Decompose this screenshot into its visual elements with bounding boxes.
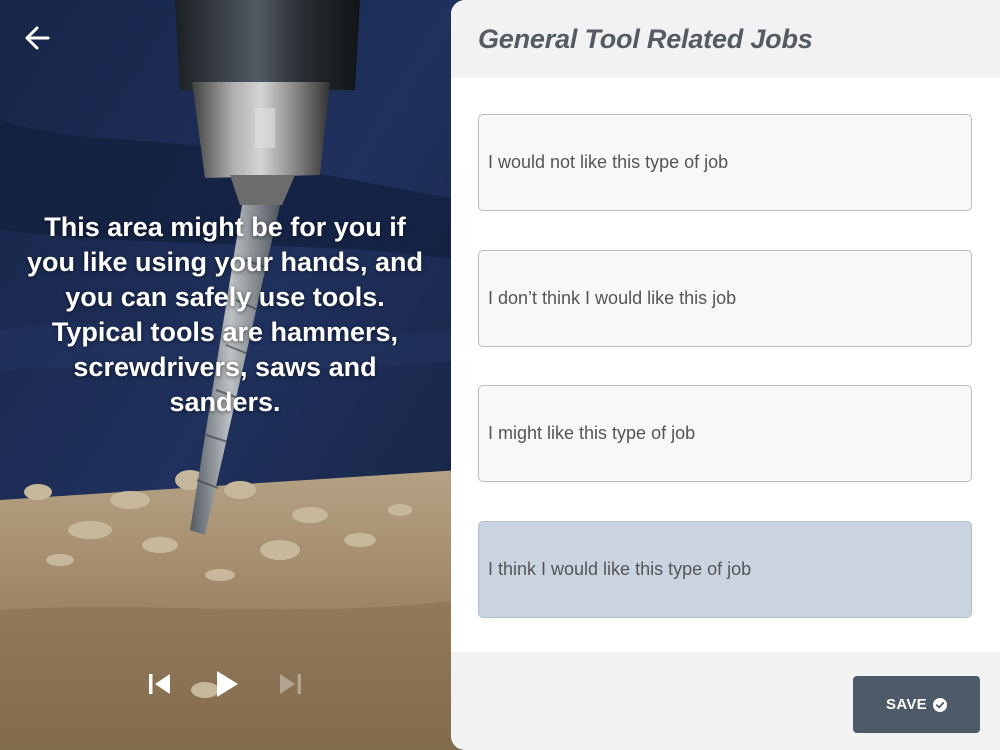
panel-header: General Tool Related Jobs xyxy=(451,0,1000,78)
option-might-like[interactable]: I might like this type of job xyxy=(478,385,972,482)
media-controls xyxy=(140,664,320,704)
answer-options: I would not like this type of job I don’… xyxy=(478,114,972,656)
option-label: I might like this type of job xyxy=(488,423,696,443)
option-label: I think I would like this type of job xyxy=(488,558,752,579)
option-would-not-like[interactable]: I would not like this type of job xyxy=(478,114,972,211)
page-title: General Tool Related Jobs xyxy=(478,23,813,54)
back-button[interactable] xyxy=(18,20,58,56)
check-circle-icon xyxy=(932,697,947,712)
next-button[interactable] xyxy=(278,664,304,704)
skip-next-icon xyxy=(280,674,301,694)
option-label: I don’t think I would like this job xyxy=(488,287,737,308)
save-label: SAVE xyxy=(886,696,927,713)
previous-button[interactable] xyxy=(146,664,172,704)
play-button[interactable] xyxy=(214,664,240,704)
arrow-left-icon xyxy=(25,26,50,50)
option-label: I would not like this type of job xyxy=(488,152,729,172)
skip-previous-icon xyxy=(149,674,170,694)
save-button[interactable]: SAVE xyxy=(853,676,980,733)
question-panel: General Tool Related Jobs I would not li… xyxy=(451,0,1000,750)
intro-text: This area might be for you if you like u… xyxy=(26,212,424,417)
option-think-would-like[interactable]: I think I would like this type of job xyxy=(478,520,972,618)
option-dont-think-like[interactable]: I don’t think I would like this job xyxy=(478,249,972,347)
app-screen: This area might be for you if you like u… xyxy=(0,0,1000,750)
panel-footer: SAVE xyxy=(451,652,1000,750)
play-icon xyxy=(217,671,238,697)
